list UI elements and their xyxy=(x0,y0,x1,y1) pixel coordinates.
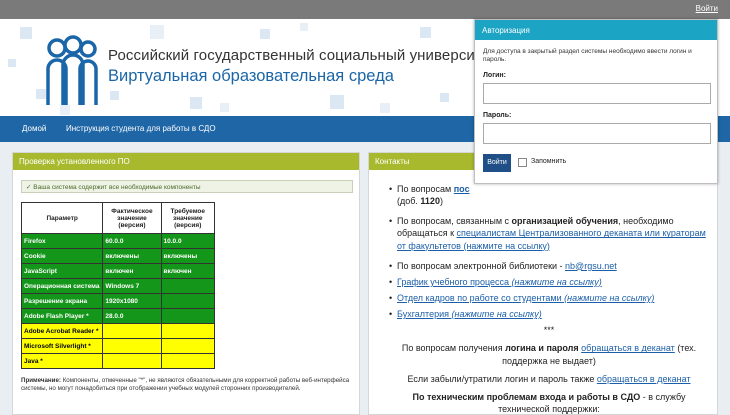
table-row: JavaScript включен включен xyxy=(20,263,215,279)
row-actual: 28.0.0 xyxy=(102,308,162,324)
contact-bold: По техническим проблемам входа и работы … xyxy=(412,391,641,402)
forgot-password-paragraph: Если забыли/утратили логин и пароль такж… xyxy=(389,373,709,385)
auth-dialog: Авторизация Для доступа в закрытый разде… xyxy=(474,19,718,184)
row-actual xyxy=(102,323,162,339)
hr-department-link[interactable]: Отдел кадров по работе со студентами (на… xyxy=(397,293,654,303)
login-label: Логин: xyxy=(483,72,506,79)
list-item: Отдел кадров по работе со студентами (на… xyxy=(389,292,709,304)
optional-components-note: Примечание: Компоненты, отмеченные "*", … xyxy=(21,377,355,393)
password-label: Пароль: xyxy=(483,112,512,119)
row-actual: 60.0.0 xyxy=(102,233,162,249)
contact-text: По вопросам электронной библиотеки - xyxy=(397,260,566,271)
column-header-required: Требуемое значение (версия) xyxy=(160,202,215,234)
login-info-paragraph: По вопросам получения логина и пароля об… xyxy=(389,342,709,366)
contact-text: Если забыли/утратили логин и пароль такж… xyxy=(407,373,597,384)
row-required: включен xyxy=(160,263,215,279)
dean-office-link[interactable]: обращаться в деканат xyxy=(597,374,691,384)
row-actual: включен xyxy=(102,263,162,279)
row-param: Java * xyxy=(20,353,104,369)
table-row: Firefox 60.0.0 10.0.0 xyxy=(20,233,215,249)
password-input[interactable] xyxy=(483,123,711,144)
row-required xyxy=(160,353,215,369)
row-actual xyxy=(102,338,162,354)
table-row: Разрешение экрана 1920x1080 xyxy=(20,293,215,309)
library-email-link[interactable]: nb@rgsu.net xyxy=(565,261,617,271)
tech-support-paragraph: По техническим проблемам входа и работы … xyxy=(389,391,709,415)
link-text: Отдел кадров по работе со студентами xyxy=(397,292,562,303)
dean-office-link[interactable]: обращаться в деканат xyxy=(581,343,675,353)
top-bar: Войти xyxy=(0,0,730,19)
row-required xyxy=(160,278,215,294)
requirements-table: Параметр Фактическое значение (версия) Т… xyxy=(20,202,215,369)
separator: *** xyxy=(543,325,555,336)
contact-text: ) xyxy=(439,196,443,207)
contact-text: (доб. xyxy=(397,196,421,207)
software-check-title: Проверка установленного ПО xyxy=(13,153,359,170)
software-check-panel: Проверка установленного ПО ✓ Ваша систем… xyxy=(12,152,360,415)
contacts-list: По вопросам пос (доб. 1120) По вопросам,… xyxy=(389,183,709,415)
list-item: График учебного процесса (нажмите на ссы… xyxy=(389,276,709,288)
row-param: Firefox xyxy=(20,233,104,249)
contact-bold: организацией обучения xyxy=(511,216,619,227)
link-text: График учебного процесса xyxy=(397,276,510,287)
link-hint: (нажмите на ссылку) xyxy=(511,276,602,287)
row-param: Microsoft Silverlight * xyxy=(20,338,104,354)
nav-item-home[interactable]: Домой xyxy=(22,124,46,133)
table-row: Java * xyxy=(20,353,215,369)
link-hint: (нажмите на ссылку) xyxy=(564,292,655,303)
row-param: Операционная система xyxy=(20,278,104,294)
table-row: Microsoft Silverlight * xyxy=(20,338,215,354)
list-item: По вопросам, связанным с организацией об… xyxy=(389,215,709,251)
remember-checkbox[interactable] xyxy=(518,158,527,167)
system-name: Виртуальная образовательная среда xyxy=(108,67,394,85)
login-link[interactable]: Войти xyxy=(696,4,718,13)
row-required: 10.0.0 xyxy=(160,233,215,249)
system-ok-message: ✓ Ваша система содержит все необходимые … xyxy=(21,180,353,193)
login-input[interactable] xyxy=(483,83,711,104)
submit-button[interactable]: Войти xyxy=(483,154,511,172)
list-item: По вопросам пос (доб. 1120) xyxy=(389,183,709,207)
row-param: Adobe Flash Player * xyxy=(20,308,104,324)
row-param: Adobe Acrobat Reader * xyxy=(20,323,104,339)
contact-text: По вопросам получения xyxy=(401,343,506,354)
auth-description: Для доступа в закрытый раздел системы не… xyxy=(483,48,692,64)
row-actual: Windows 7 xyxy=(102,278,162,294)
table-row: Adobe Flash Player * 28.0.0 xyxy=(20,308,215,324)
column-header-parameter: Параметр xyxy=(20,202,104,234)
row-param: Cookie xyxy=(20,248,104,264)
contact-text: По вопросам, связанным с xyxy=(397,216,512,227)
auth-title: Авторизация xyxy=(475,20,717,40)
contact-link[interactable]: пос xyxy=(454,184,470,194)
row-actual: включены xyxy=(102,248,162,264)
schedule-link[interactable]: График учебного процесса (нажмите на ссы… xyxy=(397,277,602,287)
contact-text: По вопросам xyxy=(397,184,454,194)
note-label: Примечание: xyxy=(21,377,61,384)
nav-item-student-guide[interactable]: Инструкция студента для работы в СДО xyxy=(66,124,216,133)
row-required: включены xyxy=(160,248,215,264)
list-item: Бухгалтерия (нажмите на ссылку) xyxy=(389,308,709,320)
table-row: Adobe Acrobat Reader * xyxy=(20,323,215,339)
remember-label: Запомнить xyxy=(531,158,567,165)
row-actual xyxy=(102,353,162,369)
column-header-actual: Фактическое значение (версия) xyxy=(102,202,162,234)
university-name: Российский государственный социальный ун… xyxy=(108,47,497,64)
row-required xyxy=(160,323,215,339)
table-row: Операционная система Windows 7 xyxy=(20,278,215,294)
contact-bold: логина и пароля xyxy=(505,343,579,354)
extension-number: 1120 xyxy=(420,196,440,207)
note-text: Компоненты, отмеченные "*", не являются … xyxy=(21,377,350,393)
table-row: Cookie включены включены xyxy=(20,248,215,264)
row-required xyxy=(160,308,215,324)
link-hint: (нажмите на ссылку) xyxy=(451,309,542,320)
row-param: JavaScript xyxy=(20,263,104,279)
row-actual: 1920x1080 xyxy=(102,293,162,309)
row-required xyxy=(160,293,215,309)
row-param: Разрешение экрана xyxy=(20,293,104,309)
contacts-panel: Контакты По вопросам пос (доб. 1120) По … xyxy=(368,152,718,415)
row-required xyxy=(160,338,215,354)
accounting-link[interactable]: Бухгалтерия (нажмите на ссылку) xyxy=(397,309,542,319)
list-item: По вопросам электронной библиотеки - nb@… xyxy=(389,260,709,272)
university-logo-icon xyxy=(46,35,98,105)
link-text: Бухгалтерия xyxy=(397,309,449,320)
